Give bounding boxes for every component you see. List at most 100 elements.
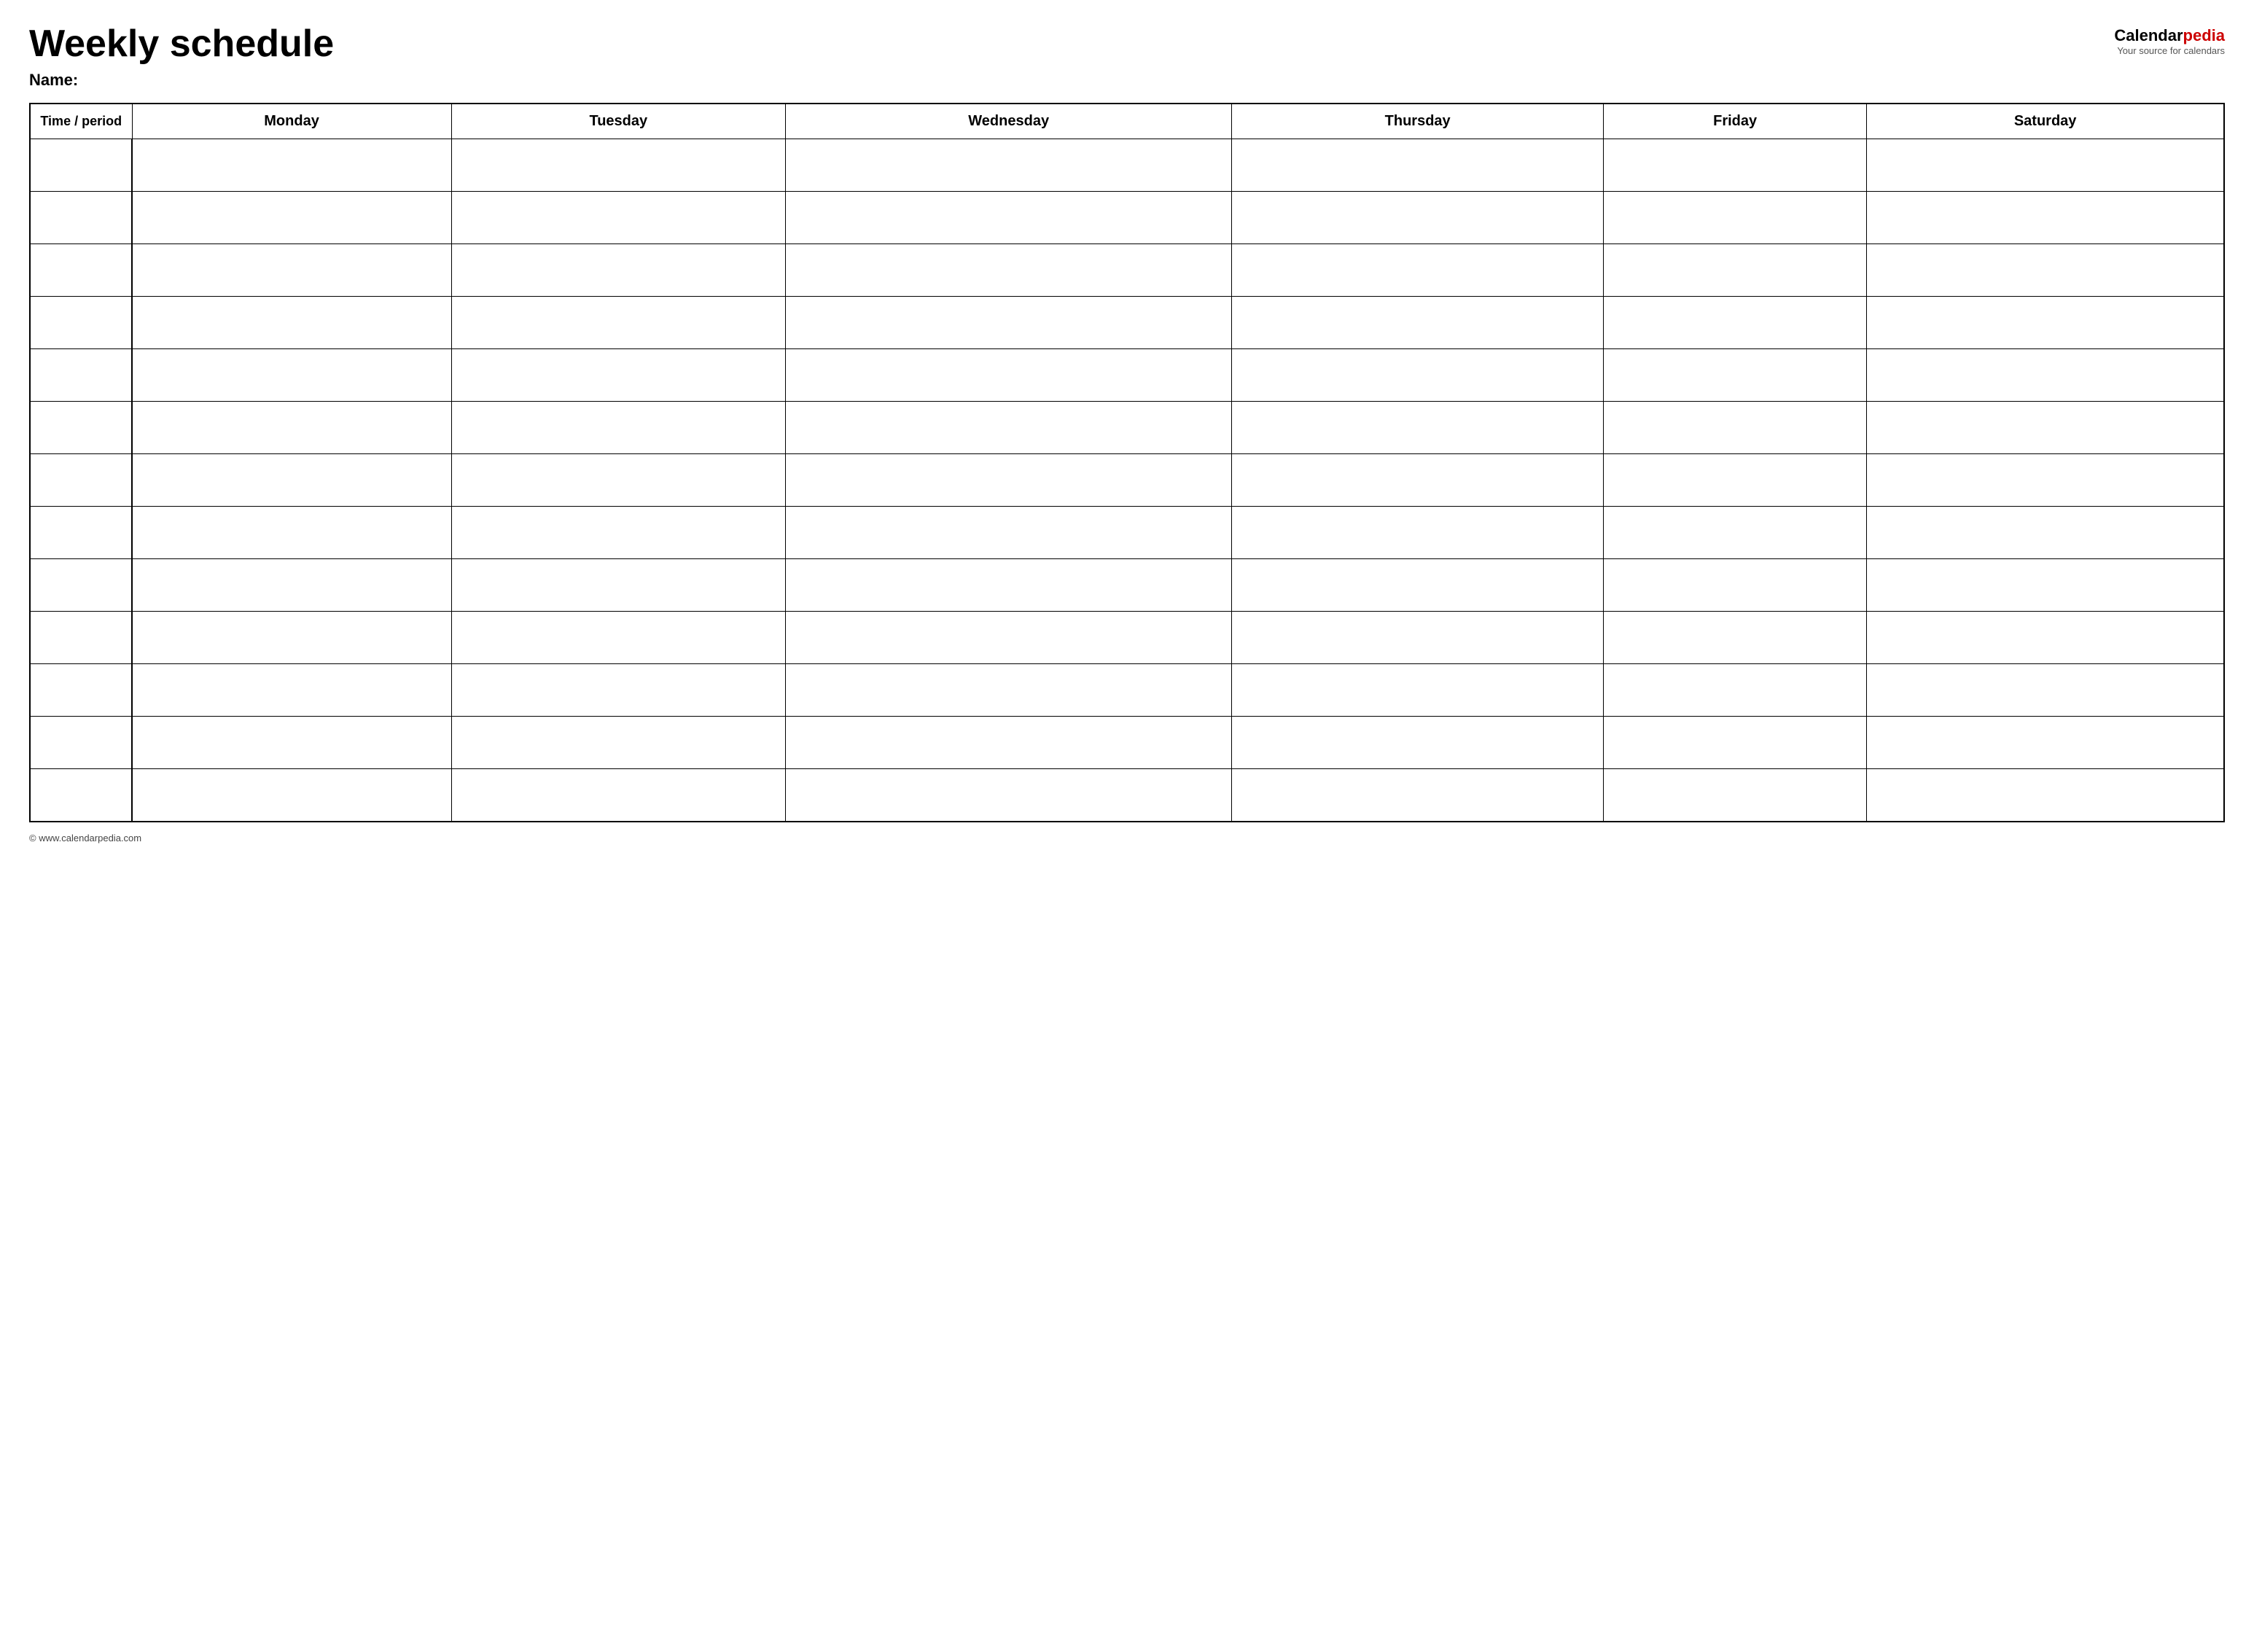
schedule-cell[interactable]: [1867, 192, 2224, 244]
schedule-cell[interactable]: [451, 664, 785, 717]
time-cell[interactable]: [30, 454, 132, 507]
schedule-cell[interactable]: [1867, 507, 2224, 559]
time-cell[interactable]: [30, 717, 132, 769]
table-row: [30, 612, 2224, 664]
schedule-cell[interactable]: [451, 454, 785, 507]
schedule-cell[interactable]: [1867, 664, 2224, 717]
table-row: [30, 349, 2224, 402]
schedule-cell[interactable]: [1604, 664, 1867, 717]
schedule-body: [30, 139, 2224, 822]
schedule-cell[interactable]: [1604, 717, 1867, 769]
schedule-cell[interactable]: [1604, 192, 1867, 244]
schedule-cell[interactable]: [451, 192, 785, 244]
schedule-cell[interactable]: [1604, 769, 1867, 822]
schedule-cell[interactable]: [1232, 664, 1604, 717]
col-header-time: Time / period: [30, 104, 132, 139]
schedule-cell[interactable]: [451, 297, 785, 349]
schedule-cell[interactable]: [786, 297, 1232, 349]
schedule-cell[interactable]: [1867, 297, 2224, 349]
schedule-cell[interactable]: [1867, 612, 2224, 664]
schedule-cell[interactable]: [1867, 244, 2224, 297]
time-cell[interactable]: [30, 612, 132, 664]
schedule-cell[interactable]: [132, 664, 451, 717]
schedule-cell[interactable]: [1604, 559, 1867, 612]
schedule-cell[interactable]: [451, 349, 785, 402]
schedule-cell[interactable]: [132, 559, 451, 612]
schedule-cell[interactable]: [1604, 454, 1867, 507]
schedule-cell[interactable]: [451, 507, 785, 559]
schedule-cell[interactable]: [786, 192, 1232, 244]
schedule-cell[interactable]: [786, 139, 1232, 192]
time-cell[interactable]: [30, 349, 132, 402]
schedule-cell[interactable]: [1232, 244, 1604, 297]
schedule-cell[interactable]: [786, 612, 1232, 664]
schedule-cell[interactable]: [451, 559, 785, 612]
schedule-cell[interactable]: [1232, 297, 1604, 349]
time-cell[interactable]: [30, 559, 132, 612]
schedule-cell[interactable]: [1867, 402, 2224, 454]
schedule-cell[interactable]: [1604, 244, 1867, 297]
schedule-cell[interactable]: [1232, 612, 1604, 664]
time-cell[interactable]: [30, 664, 132, 717]
schedule-cell[interactable]: [1232, 192, 1604, 244]
schedule-cell[interactable]: [1867, 349, 2224, 402]
schedule-cell[interactable]: [1867, 717, 2224, 769]
schedule-cell[interactable]: [1604, 507, 1867, 559]
time-cell[interactable]: [30, 244, 132, 297]
schedule-cell[interactable]: [786, 349, 1232, 402]
schedule-cell[interactable]: [132, 612, 451, 664]
schedule-cell[interactable]: [786, 507, 1232, 559]
schedule-cell[interactable]: [132, 402, 451, 454]
schedule-cell[interactable]: [451, 769, 785, 822]
schedule-cell[interactable]: [1867, 559, 2224, 612]
schedule-cell[interactable]: [132, 244, 451, 297]
schedule-cell[interactable]: [451, 139, 785, 192]
schedule-cell[interactable]: [1604, 297, 1867, 349]
schedule-cell[interactable]: [786, 454, 1232, 507]
schedule-cell[interactable]: [1604, 612, 1867, 664]
schedule-cell[interactable]: [1232, 507, 1604, 559]
schedule-cell[interactable]: [1604, 139, 1867, 192]
schedule-cell[interactable]: [132, 192, 451, 244]
schedule-cell[interactable]: [451, 612, 785, 664]
schedule-cell[interactable]: [1232, 402, 1604, 454]
time-cell[interactable]: [30, 769, 132, 822]
schedule-cell[interactable]: [1232, 559, 1604, 612]
schedule-cell[interactable]: [132, 717, 451, 769]
schedule-cell[interactable]: [1604, 402, 1867, 454]
schedule-cell[interactable]: [786, 402, 1232, 454]
schedule-cell[interactable]: [1867, 139, 2224, 192]
time-cell[interactable]: [30, 192, 132, 244]
brand-name: Calendarpedia: [2114, 26, 2225, 45]
table-row: [30, 192, 2224, 244]
schedule-cell[interactable]: [786, 717, 1232, 769]
schedule-cell[interactable]: [451, 402, 785, 454]
schedule-cell[interactable]: [132, 769, 451, 822]
schedule-cell[interactable]: [786, 244, 1232, 297]
schedule-cell[interactable]: [132, 454, 451, 507]
schedule-cell[interactable]: [1232, 717, 1604, 769]
brand-calendar: Calendar: [2114, 26, 2183, 44]
schedule-cell[interactable]: [132, 139, 451, 192]
schedule-cell[interactable]: [451, 244, 785, 297]
time-cell[interactable]: [30, 507, 132, 559]
schedule-cell[interactable]: [1232, 139, 1604, 192]
schedule-cell[interactable]: [1232, 349, 1604, 402]
schedule-cell[interactable]: [132, 507, 451, 559]
page-header: Weekly schedule Calendarpedia Your sourc…: [29, 23, 2225, 65]
time-cell[interactable]: [30, 297, 132, 349]
schedule-cell[interactable]: [1867, 454, 2224, 507]
schedule-cell[interactable]: [451, 717, 785, 769]
table-row: [30, 769, 2224, 822]
schedule-cell[interactable]: [786, 769, 1232, 822]
time-cell[interactable]: [30, 139, 132, 192]
schedule-cell[interactable]: [786, 664, 1232, 717]
time-cell[interactable]: [30, 402, 132, 454]
schedule-cell[interactable]: [1232, 769, 1604, 822]
schedule-cell[interactable]: [132, 297, 451, 349]
schedule-cell[interactable]: [1232, 454, 1604, 507]
schedule-cell[interactable]: [132, 349, 451, 402]
schedule-cell[interactable]: [1604, 349, 1867, 402]
schedule-cell[interactable]: [1867, 769, 2224, 822]
schedule-cell[interactable]: [786, 559, 1232, 612]
